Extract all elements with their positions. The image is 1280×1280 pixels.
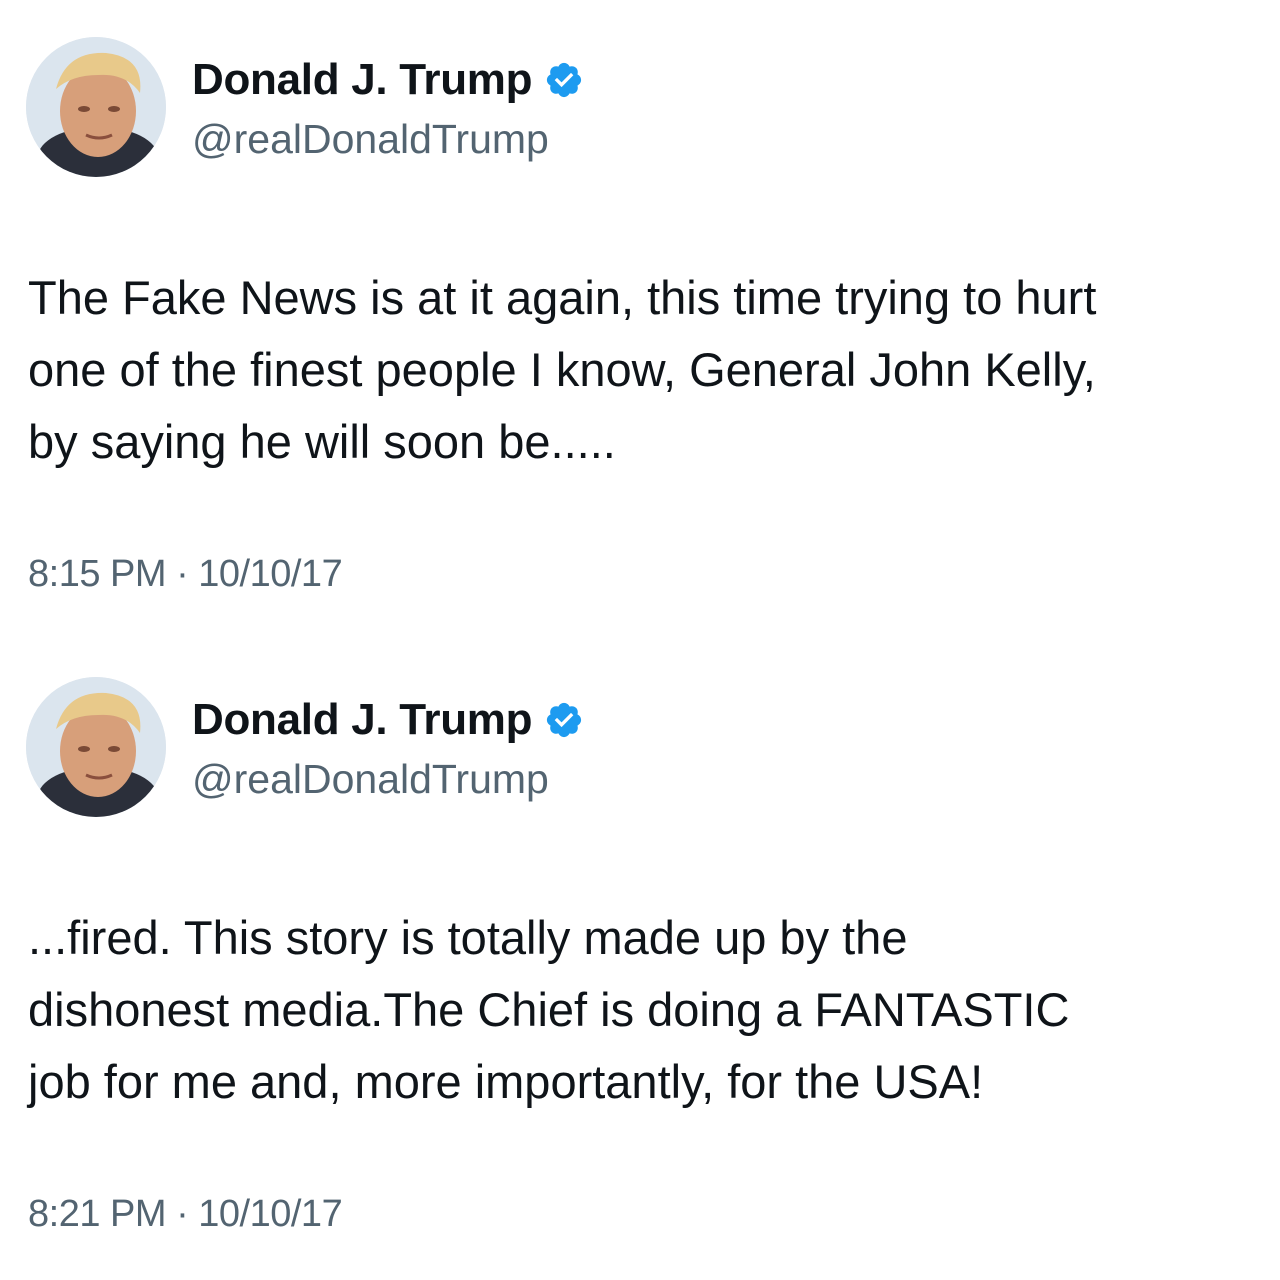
- author-name[interactable]: Donald J. Trump: [192, 695, 533, 745]
- author-name[interactable]: Donald J. Trump: [192, 55, 533, 105]
- tweet-text: ...fired. This story is totally made up …: [28, 911, 1070, 1108]
- avatar-image: [26, 677, 166, 817]
- avatar[interactable]: [26, 37, 166, 177]
- avatar-image: [26, 37, 166, 177]
- author-row: Donald J. Trump: [192, 692, 584, 748]
- author-handle[interactable]: @realDonaldTrump: [192, 116, 549, 163]
- verified-badge-icon: [547, 62, 582, 98]
- tweet-timestamp[interactable]: 8:15 PM · 10/10/17: [28, 553, 343, 596]
- author-handle[interactable]: @realDonaldTrump: [192, 756, 549, 803]
- tweet-timestamp[interactable]: 8:21 PM · 10/10/17: [28, 1193, 343, 1236]
- author-row: Donald J. Trump: [192, 52, 584, 108]
- avatar[interactable]: [26, 677, 166, 817]
- tweet-text: The Fake News is at it again, this time …: [28, 271, 1097, 468]
- verified-badge-icon: [547, 702, 582, 738]
